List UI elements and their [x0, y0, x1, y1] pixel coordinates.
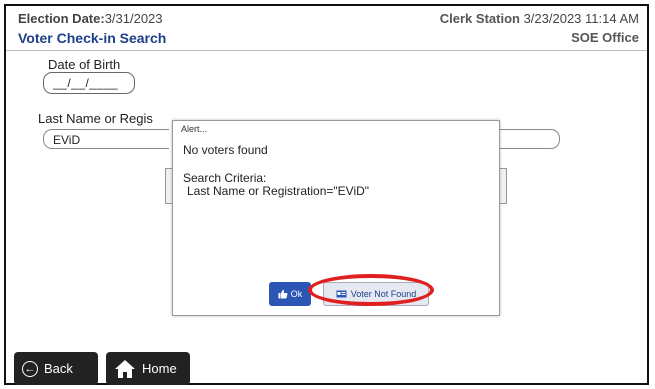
back-label: Back — [44, 361, 73, 376]
page-title: Voter Check-in Search — [18, 30, 167, 46]
station-label: Clerk Station — [439, 11, 520, 26]
alert-dialog: Alert... No voters found Search Criteria… — [172, 120, 500, 316]
ok-label: Ok — [290, 289, 303, 299]
office-name: SOE Office — [571, 30, 639, 45]
dialog-title: Alert... — [181, 124, 208, 134]
header: Election Date:3/31/2023 Voter Check-in S… — [6, 6, 647, 51]
election-date-label: Election Date: — [18, 11, 105, 26]
lastname-label: Last Name or Regis — [38, 111, 153, 126]
voter-not-found-label: Voter Not Found — [350, 289, 417, 299]
search-field-right-edge[interactable] — [496, 129, 560, 149]
election-date: Election Date:3/31/2023 — [18, 11, 163, 26]
home-button[interactable]: Home — [106, 352, 190, 385]
home-label: Home — [142, 361, 177, 376]
arrow-left-circle-icon: ← — [22, 360, 38, 377]
dob-input[interactable]: __/__/____ — [43, 72, 135, 94]
ok-button[interactable]: Ok — [269, 282, 311, 306]
election-date-value: 3/31/2023 — [104, 11, 163, 26]
voter-not-found-button[interactable]: Voter Not Found — [323, 282, 429, 306]
search-criteria-heading: Search Criteria: — [183, 171, 267, 185]
search-criteria-value: Last Name or Registration="EViD" — [187, 184, 370, 198]
lastname-input[interactable]: EViD — [43, 129, 169, 149]
back-button[interactable]: ← Back — [14, 352, 98, 385]
dob-label: Date of Birth — [48, 57, 121, 72]
station-datetime: 3/23/2023 11:14 AM — [523, 11, 639, 26]
dialog-message: No voters found — [183, 143, 268, 157]
house-icon — [115, 359, 135, 378]
id-card-icon — [336, 290, 347, 298]
app-frame: Election Date:3/31/2023 Voter Check-in S… — [4, 4, 649, 385]
station-info: Clerk Station 3/23/2023 11:14 AM — [440, 11, 639, 26]
thumbs-up-icon — [278, 289, 288, 299]
